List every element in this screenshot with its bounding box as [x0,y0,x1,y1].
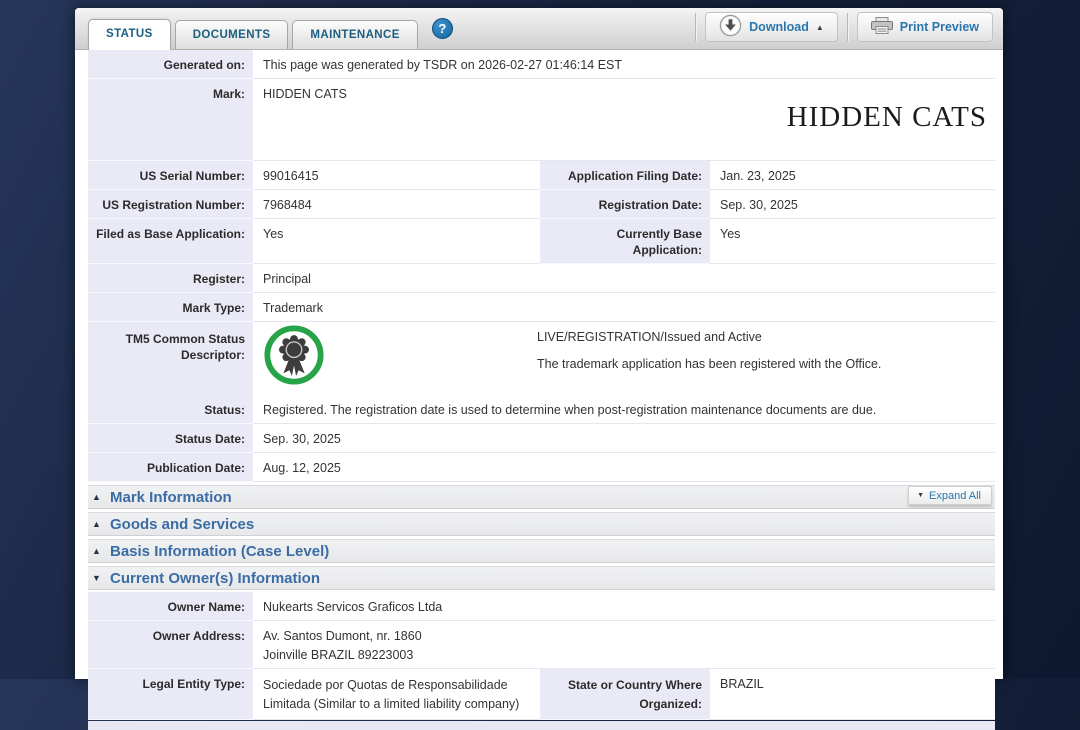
registration-number-value: 7968484 [253,190,540,219]
collapsed-arrow-icon: ▲ [92,546,103,556]
owner-name-label: Owner Name: [88,592,253,621]
download-caret-icon: ▲ [816,23,824,32]
section-title: Goods and Services [110,516,254,533]
currently-base-value: Yes [710,219,995,264]
owner-info: Owner Name: Nukearts Servicos Graficos L… [88,592,995,730]
mark-type-value: Trademark [253,293,995,322]
owner-address-value: Av. Santos Dumont, nr. 1860 Joinville BR… [253,621,995,669]
publication-date-value: Aug. 12, 2025 [253,453,995,482]
register-row: Register: Principal [88,264,995,293]
tm5-label-line1: TM5 Common Status [126,332,245,346]
status-date-value: Sep. 30, 2025 [253,424,995,453]
tm5-status-line1: LIVE/REGISTRATION/Issued and Active [537,330,762,344]
owner-name-row: Owner Name: Nukearts Servicos Graficos L… [88,592,995,621]
owner-name-value: Nukearts Servicos Graficos Ltda [253,592,995,621]
section-goods-and-services[interactable]: ▲ Goods and Services [88,512,995,536]
toolbar-divider [695,13,696,41]
filing-date-label: Application Filing Date: [540,161,710,190]
tab-documents[interactable]: DOCUMENTS [175,20,289,49]
status-value: Registered. The registration date is use… [253,395,995,424]
toolbar-right: Download ▲ Print Preview [695,12,993,49]
download-label: Download [749,20,809,34]
register-label: Register: [88,264,253,293]
section-title: Basis Information (Case Level) [110,543,329,560]
mark-image: HIDDEN CATS [253,107,995,161]
tm5-value: LIVE/REGISTRATION/Issued and Active The … [253,322,995,396]
register-value: Principal [253,264,995,293]
print-preview-button[interactable]: Print Preview [857,12,993,42]
toolbar-divider [847,13,848,41]
section-title: Current Owner(s) Information [110,570,320,587]
expand-all-caret-icon: ▼ [917,492,924,499]
publication-date-row: Publication Date: Aug. 12, 2025 [88,453,995,482]
printer-icon [871,17,893,37]
status-date-label: Status Date: [88,424,253,453]
section-title: Mark Information [110,489,232,506]
filed-base-label: Filed as Base Application: [88,219,253,264]
status-content: Generated on: This page was generated by… [75,50,1003,730]
legal-entity-value: Sociedade por Quotas de Responsabilidade… [253,669,540,720]
currently-base-label: Currently Base Application: [540,219,710,264]
help-icon[interactable]: ? [432,18,453,39]
state-country-label-line1: State or Country Where [568,678,702,692]
regnum-regdate-row: US Registration Number: 7968484 Registra… [88,190,995,219]
state-country-label-line2: Organized: [639,697,702,711]
download-icon [719,14,742,40]
status-row: Status: Registered. The registration dat… [88,395,995,424]
filed-base-value: Yes [253,219,540,264]
section-basis-information[interactable]: ▲ Basis Information (Case Level) [88,539,995,563]
tab-status[interactable]: STATUS [88,19,171,50]
mark-image-row: HIDDEN CATS [88,107,995,161]
serial-number-label: US Serial Number: [88,161,253,190]
serial-number-value: 99016415 [253,161,540,190]
expanded-arrow-icon: ▼ [92,573,103,583]
registration-number-label: US Registration Number: [88,190,253,219]
owner-address-label: Owner Address: [88,621,253,669]
mark-label: Mark: [88,79,253,107]
mark-type-label: Mark Type: [88,293,253,322]
owner-address-line1: Av. Santos Dumont, nr. 1860 [263,629,422,643]
generated-on-value: This page was generated by TSDR on 2026-… [253,50,995,79]
filing-date-value: Jan. 23, 2025 [710,161,995,190]
tm5-status-text: LIVE/REGISTRATION/Issued and Active The … [537,324,881,372]
generated-on-label: Generated on: [88,50,253,79]
collapsed-arrow-icon: ▲ [92,492,103,502]
legal-entity-row: Legal Entity Type: Sociedade por Quotas … [88,669,995,720]
serial-filing-row: US Serial Number: 99016415 Application F… [88,161,995,190]
tsdr-page: STATUS DOCUMENTS MAINTENANCE ? Download … [75,8,1003,679]
status-date-row: Status Date: Sep. 30, 2025 [88,424,995,453]
state-country-value: BRAZIL [710,669,995,720]
tm5-row: TM5 Common Status Descriptor: [88,322,995,395]
mark-image-label-spacer [88,107,253,161]
publication-date-label: Publication Date: [88,453,253,482]
mark-type-row: Mark Type: Trademark [88,293,995,322]
generated-on-row: Generated on: This page was generated by… [88,50,995,79]
tm5-label: TM5 Common Status Descriptor: [88,322,253,396]
print-preview-label: Print Preview [900,20,979,34]
registered-badge-icon [263,324,325,390]
tm5-status-line2: The trademark application has been regis… [537,356,881,372]
download-button[interactable]: Download ▲ [705,12,838,42]
base-application-row: Filed as Base Application: Yes Currently… [88,219,995,264]
state-country-label: State or Country Where Organized: [540,669,710,720]
status-label: Status: [88,395,253,424]
next-row-partial [88,721,995,730]
owner-address-line2: Joinville BRAZIL 89223003 [263,647,991,663]
section-mark-information[interactable]: ▲ Mark Information ▼ Expand All [88,485,995,509]
collapsed-arrow-icon: ▲ [92,519,103,529]
legal-entity-label: Legal Entity Type: [88,669,253,720]
owner-address-row: Owner Address: Av. Santos Dumont, nr. 18… [88,621,995,669]
registration-date-label: Registration Date: [540,190,710,219]
tab-bar: STATUS DOCUMENTS MAINTENANCE ? Download … [75,8,1003,50]
expand-all-button[interactable]: ▼ Expand All [908,486,992,505]
registration-date-value: Sep. 30, 2025 [710,190,995,219]
expand-all-label: Expand All [929,490,981,502]
section-current-owners[interactable]: ▼ Current Owner(s) Information [88,566,995,590]
tab-maintenance[interactable]: MAINTENANCE [292,20,417,49]
tm5-label-line2: Descriptor: [181,348,245,362]
